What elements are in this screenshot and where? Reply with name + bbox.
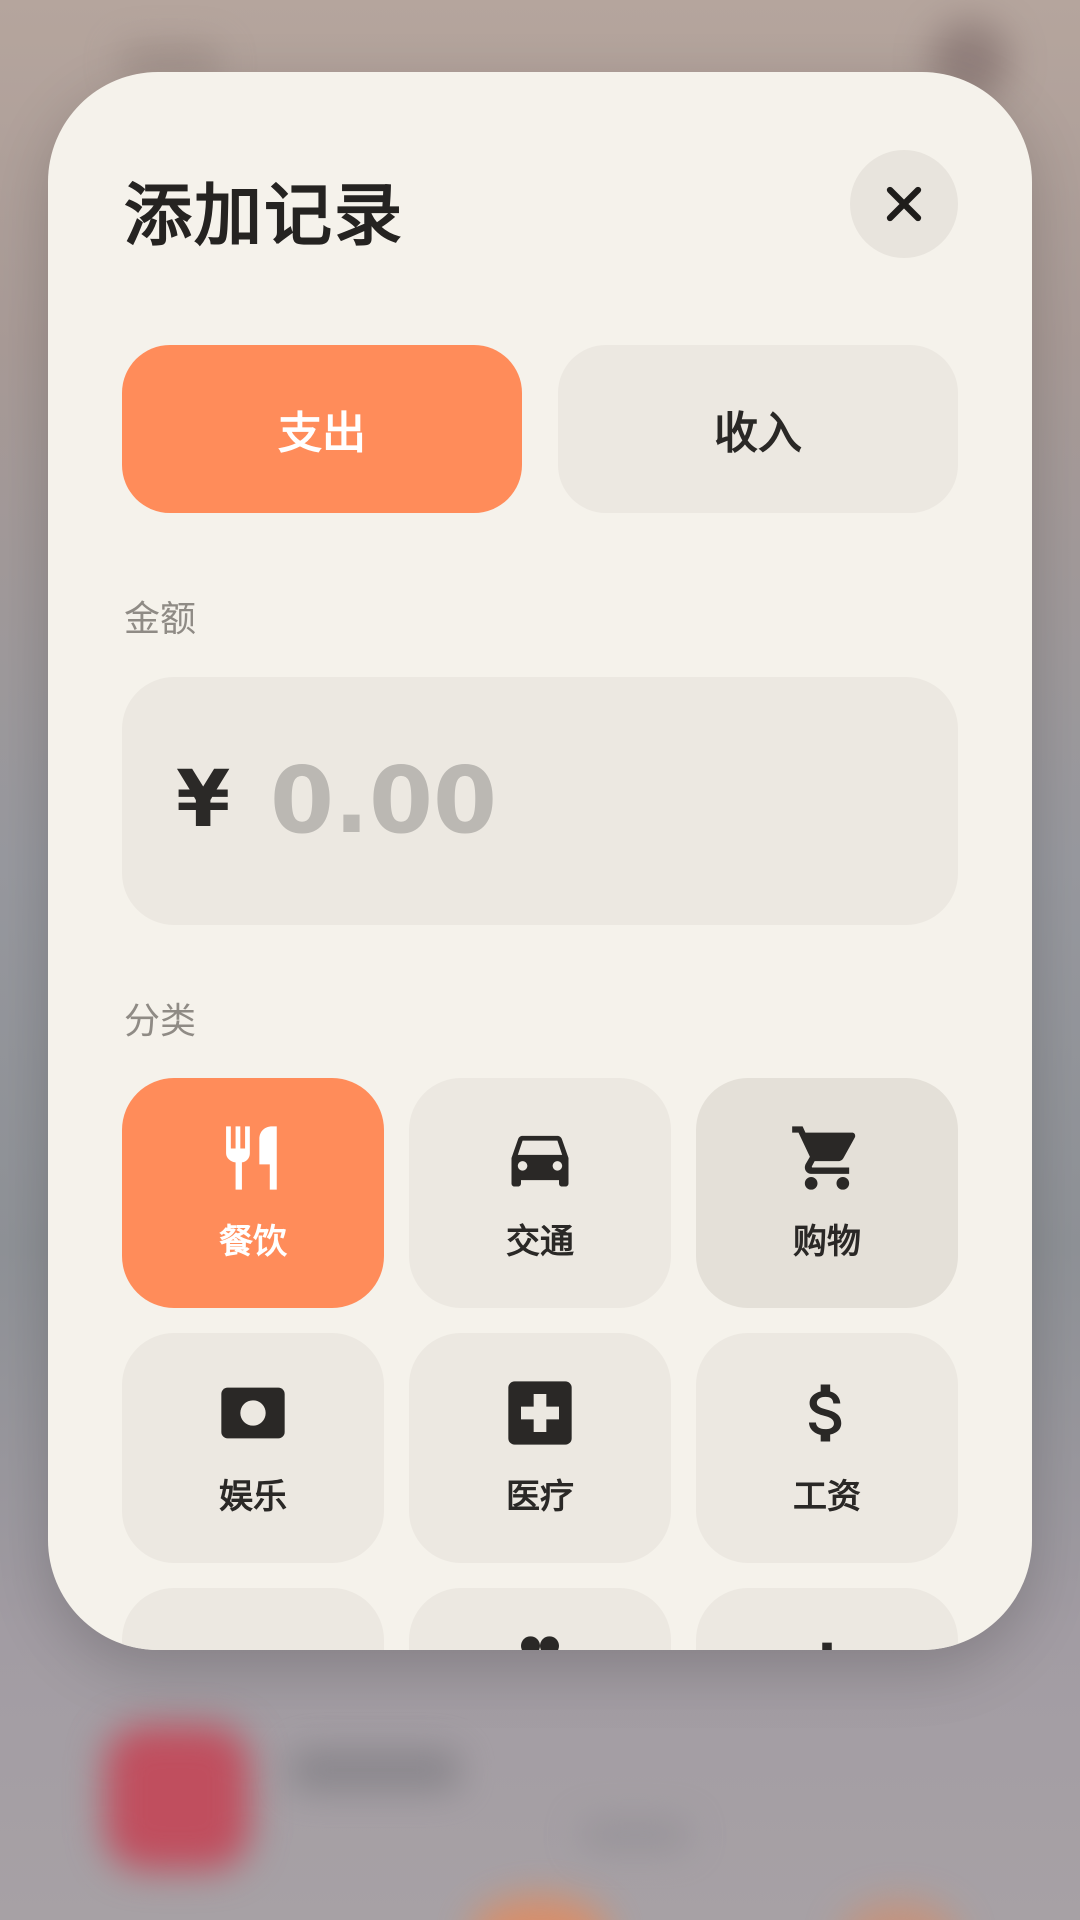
category-entertainment[interactable]: 娱乐 — [122, 1333, 384, 1563]
plus-icon — [789, 1630, 865, 1650]
shopping-cart-icon — [789, 1120, 865, 1196]
category-salary[interactable]: 工资 — [696, 1333, 958, 1563]
background-fab — [470, 1895, 610, 1920]
sheet-title: 添加记录 — [124, 177, 405, 256]
category-more-3[interactable] — [696, 1588, 958, 1650]
income-tab[interactable]: 收入 — [558, 345, 958, 513]
category-medical[interactable]: 医疗 — [409, 1333, 671, 1563]
close-button[interactable] — [850, 150, 958, 258]
medical-icon — [502, 1375, 578, 1451]
category-label: 分类 — [124, 1001, 197, 1042]
add-record-sheet: 添加记录 支出 收入 金额 ¥ 分类 餐饮 交通 — [48, 72, 1032, 1650]
close-icon — [886, 186, 922, 222]
gift-icon — [502, 1630, 578, 1650]
category-more-1[interactable] — [122, 1588, 384, 1650]
category-more-2[interactable] — [409, 1588, 671, 1650]
category-label-entertainment: 娱乐 — [219, 1477, 287, 1517]
car-icon — [502, 1120, 578, 1196]
amount-field[interactable]: ¥ — [122, 677, 958, 925]
category-label-salary: 工资 — [793, 1477, 861, 1517]
category-label-shopping: 购物 — [793, 1222, 861, 1262]
restaurant-icon — [215, 1120, 291, 1196]
dollar-icon — [789, 1375, 865, 1451]
category-transport[interactable]: 交通 — [409, 1078, 671, 1308]
amount-input[interactable] — [270, 735, 890, 865]
background-record-subtitle — [580, 1820, 690, 1850]
category-dining[interactable]: 餐饮 — [122, 1078, 384, 1308]
background-tab-accent — [840, 1900, 960, 1920]
category-label-transport: 交通 — [506, 1222, 574, 1262]
chevron-up-icon — [215, 1630, 291, 1650]
currency-symbol: ¥ — [176, 755, 231, 845]
expense-tab[interactable]: 支出 — [122, 345, 522, 513]
background-record-icon — [105, 1725, 250, 1870]
category-label-dining: 餐饮 — [219, 1222, 287, 1262]
amount-label: 金额 — [124, 599, 197, 640]
background-record-title — [290, 1750, 460, 1790]
category-label-medical: 医疗 — [506, 1477, 574, 1517]
photo-icon — [215, 1375, 291, 1451]
category-shopping[interactable]: 购物 — [696, 1078, 958, 1308]
type-toggle: 支出 收入 — [122, 345, 958, 513]
